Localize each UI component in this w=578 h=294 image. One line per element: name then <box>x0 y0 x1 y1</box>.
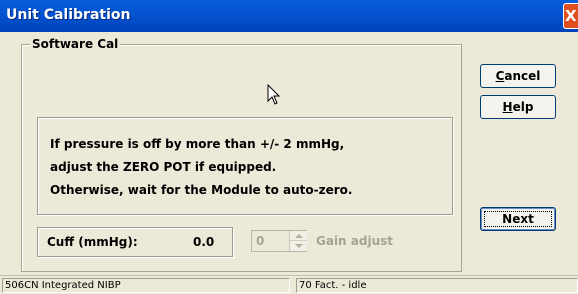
title-bar: Unit Calibration X <box>0 0 578 32</box>
instruction-line-2: adjust the ZERO POT if equipped. <box>50 160 277 174</box>
window-title: Unit Calibration <box>6 7 131 23</box>
chevron-up-icon <box>295 234 303 238</box>
spin-down-button[interactable] <box>290 241 307 251</box>
cuff-value: 0.0 <box>193 235 215 249</box>
cancel-accelerator: C <box>495 69 505 83</box>
spin-up-button[interactable] <box>290 231 307 241</box>
cancel-button[interactable]: Cancel <box>480 64 556 88</box>
mouse-cursor-icon <box>267 84 281 105</box>
status-device: 506CN Integrated NIBP <box>2 278 290 293</box>
status-bar: 506CN Integrated NIBP 70 Fact. - idle <box>0 275 578 294</box>
instruction-line-1: If pressure is off by more than +/- 2 mm… <box>50 137 345 151</box>
status-state: 70 Fact. - idle <box>296 278 578 293</box>
gain-spinner-buttons[interactable] <box>289 231 307 251</box>
gain-adjust-label: Gain adjust <box>316 234 394 248</box>
chevron-down-icon <box>295 244 303 248</box>
instruction-line-3: Otherwise, wait for the Module to auto-z… <box>50 183 353 197</box>
cancel-label: ancel <box>504 69 541 83</box>
close-icon: X <box>565 7 577 25</box>
next-button[interactable]: Next <box>480 207 556 231</box>
close-button[interactable]: X <box>563 3 578 29</box>
help-label: elp <box>512 100 534 114</box>
help-accelerator: H <box>502 100 513 114</box>
group-legend: Software Cal <box>30 37 121 51</box>
cuff-label: Cuff (mmHg): <box>47 235 138 249</box>
gain-value: 0 <box>256 234 265 248</box>
help-button[interactable]: Help <box>480 95 556 119</box>
next-label: Next <box>502 212 534 226</box>
